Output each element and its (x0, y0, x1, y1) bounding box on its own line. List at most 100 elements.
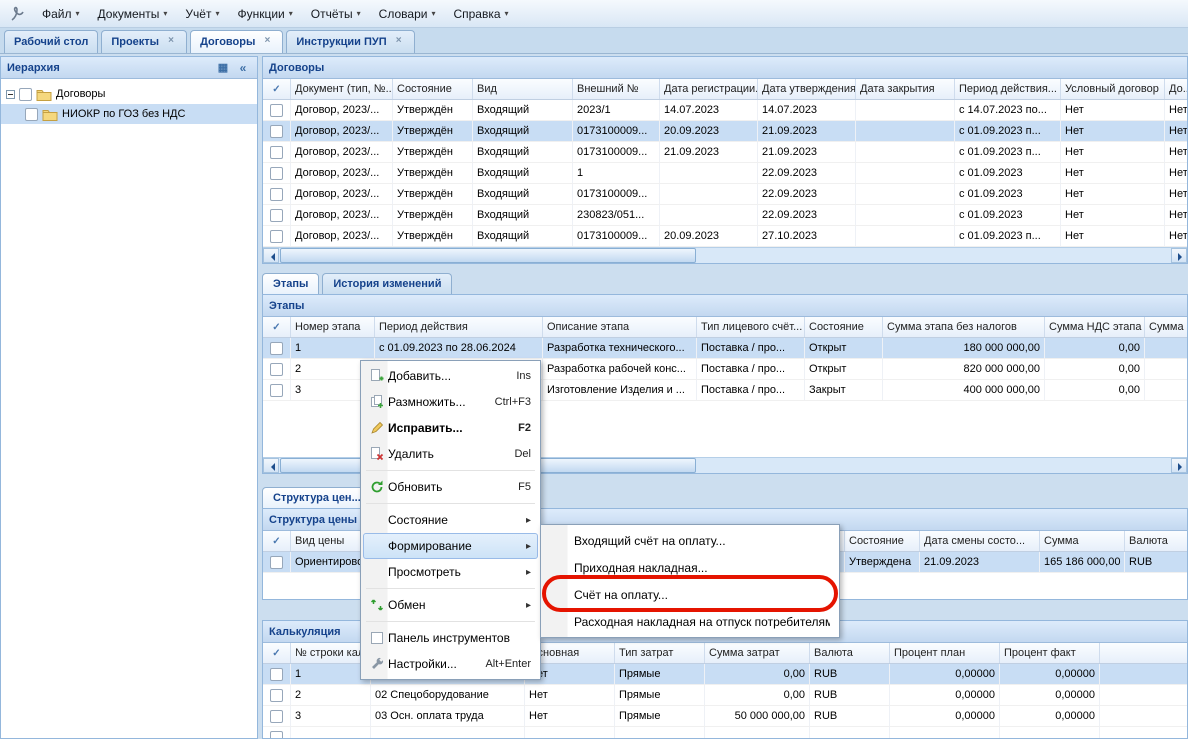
column-header[interactable]: Валюта (1125, 531, 1187, 551)
row-checkbox[interactable] (270, 710, 283, 723)
collapse-toggle-icon[interactable] (6, 90, 15, 99)
tree-settings-button[interactable] (215, 60, 231, 76)
scroll-thumb[interactable] (280, 248, 696, 263)
column-header[interactable]: Условный договор (1061, 79, 1165, 99)
tree-checkbox[interactable] (19, 88, 32, 101)
menu-dictionaries[interactable]: Словари (371, 3, 444, 25)
menu-file[interactable]: Файл (34, 3, 88, 25)
table-row[interactable]: Договор, 2023/...УтверждёнВходящий230823… (263, 205, 1187, 226)
select-all-header[interactable] (263, 317, 291, 337)
tab-instructions[interactable]: Инструкции ПУП (286, 30, 414, 53)
table-row[interactable]: 1с 01.09.2023 по 28.06.2024Разработка те… (263, 338, 1187, 359)
column-header[interactable]: Тип затрат (615, 643, 705, 663)
row-checkbox[interactable] (270, 188, 283, 201)
row-checkbox[interactable] (270, 384, 283, 397)
menu-item-state[interactable]: Состояние▸ (363, 507, 538, 533)
column-header[interactable]: Дата регистрации... (660, 79, 758, 99)
row-checkbox[interactable] (270, 731, 283, 739)
horizontal-scrollbar[interactable] (263, 247, 1187, 263)
menu-functions[interactable]: Функции (229, 3, 300, 25)
row-checkbox[interactable] (270, 363, 283, 376)
column-header[interactable]: № строки кал... (291, 643, 371, 663)
row-checkbox[interactable] (270, 668, 283, 681)
row-checkbox[interactable] (270, 230, 283, 243)
row-checkbox[interactable] (270, 146, 283, 159)
tab-change-history[interactable]: История изменений (322, 273, 452, 294)
menu-item-add[interactable]: Добавить...Ins (363, 363, 538, 389)
tab-price-structure[interactable]: Структура цен... (262, 487, 372, 508)
tree-checkbox[interactable] (25, 108, 38, 121)
menu-item-payment-invoice[interactable]: Счёт на оплату... (543, 581, 837, 608)
column-header[interactable]: Сумма затрат (705, 643, 810, 663)
menu-item-exchange[interactable]: Обмен▸ (363, 592, 538, 618)
row-checkbox[interactable] (270, 209, 283, 222)
tree-node-contracts[interactable]: Договоры (1, 84, 257, 104)
column-header[interactable]: Период действия... (955, 79, 1061, 99)
table-row[interactable]: Договор, 2023/...УтверждёнВходящий122.09… (263, 163, 1187, 184)
table-row[interactable]: Договор, 2023/...УтверждёнВходящий017310… (263, 142, 1187, 163)
column-header[interactable]: Процент факт (1000, 643, 1100, 663)
column-header[interactable]: Дата смены состо... (920, 531, 1040, 551)
table-row[interactable] (263, 727, 1187, 738)
menu-item-settings[interactable]: Настройки...Alt+Enter (363, 651, 538, 677)
column-header[interactable]: Состояние (805, 317, 883, 337)
select-all-header[interactable] (263, 643, 291, 663)
column-header[interactable]: Состояние (845, 531, 920, 551)
column-header[interactable]: Процент план (890, 643, 1000, 663)
menu-item-delete[interactable]: УдалитьDel (363, 441, 538, 467)
menu-item-outgoing-waybill[interactable]: Расходная накладная на отпуск потребител… (543, 608, 837, 635)
column-header[interactable]: Описание этапа (543, 317, 697, 337)
menu-help[interactable]: Справка (445, 3, 516, 25)
scroll-right-icon[interactable] (1171, 458, 1187, 473)
menu-item-edit[interactable]: Исправить...F2 (363, 415, 538, 441)
menu-reports[interactable]: Отчёты (303, 3, 369, 25)
menu-item-view[interactable]: Просмотреть▸ (363, 559, 538, 585)
row-checkbox[interactable] (270, 104, 283, 117)
column-header[interactable]: Вид (473, 79, 573, 99)
column-header[interactable]: Номер этапа (291, 317, 375, 337)
row-checkbox[interactable] (270, 342, 283, 355)
row-checkbox[interactable] (270, 689, 283, 702)
menu-item-incoming-invoice[interactable]: Входящий счёт на оплату... (543, 527, 837, 554)
column-header[interactable]: Тип лицевого счёт... (697, 317, 805, 337)
menu-accounting[interactable]: Учёт (177, 3, 227, 25)
menu-item-duplicate[interactable]: Размножить...Ctrl+F3 (363, 389, 538, 415)
tree-node-niokr[interactable]: НИОКР по ГОЗ без НДС (1, 104, 257, 124)
scroll-left-icon[interactable] (263, 248, 279, 263)
menu-item-refresh[interactable]: ОбновитьF5 (363, 474, 538, 500)
column-header[interactable]: До... (1165, 79, 1187, 99)
table-row[interactable]: 202 СпецоборудованиеНетПрямые0,00RUB0,00… (263, 685, 1187, 706)
table-row[interactable]: Договор, 2023/...УтверждёнВходящий017310… (263, 226, 1187, 247)
close-icon[interactable] (165, 36, 177, 48)
table-row[interactable]: Договор, 2023/...УтверждёнВходящий017310… (263, 184, 1187, 205)
column-header[interactable]: Период действия (375, 317, 543, 337)
close-icon[interactable] (261, 36, 273, 48)
column-header[interactable]: Дата закрытия (856, 79, 955, 99)
tab-contracts[interactable]: Договоры (190, 30, 283, 53)
column-header[interactable]: Сумма НДС этапа (1045, 317, 1145, 337)
menu-documents[interactable]: Документы (90, 3, 176, 25)
column-header[interactable]: Сумма эт... (1145, 317, 1187, 337)
menu-item-formation[interactable]: Формирование▸ (363, 533, 538, 559)
row-checkbox[interactable] (270, 167, 283, 180)
scroll-right-icon[interactable] (1171, 248, 1187, 263)
table-row[interactable]: Договор, 2023/...УтверждёнВходящий2023/1… (263, 100, 1187, 121)
row-checkbox[interactable] (270, 125, 283, 138)
select-all-header[interactable] (263, 531, 291, 551)
tab-desktop[interactable]: Рабочий стол (4, 30, 98, 53)
tab-projects[interactable]: Проекты (101, 30, 187, 53)
close-icon[interactable] (393, 36, 405, 48)
column-header[interactable]: Состояние (393, 79, 473, 99)
column-header[interactable]: Внешний № (573, 79, 660, 99)
column-header[interactable]: Валюта (810, 643, 890, 663)
collapse-panel-button[interactable] (235, 60, 251, 76)
row-checkbox[interactable] (270, 556, 283, 569)
menu-item-toolbar[interactable]: Панель инструментов (363, 625, 538, 651)
tab-stages[interactable]: Этапы (262, 273, 319, 294)
column-header[interactable]: Дата утверждения (758, 79, 856, 99)
menu-item-incoming-waybill[interactable]: Приходная накладная... (543, 554, 837, 581)
select-all-header[interactable] (263, 79, 291, 99)
column-header[interactable]: Сумма (1040, 531, 1125, 551)
column-header[interactable]: Сумма этапа без налогов (883, 317, 1045, 337)
column-header[interactable]: Документ (тип, №... (291, 79, 393, 99)
